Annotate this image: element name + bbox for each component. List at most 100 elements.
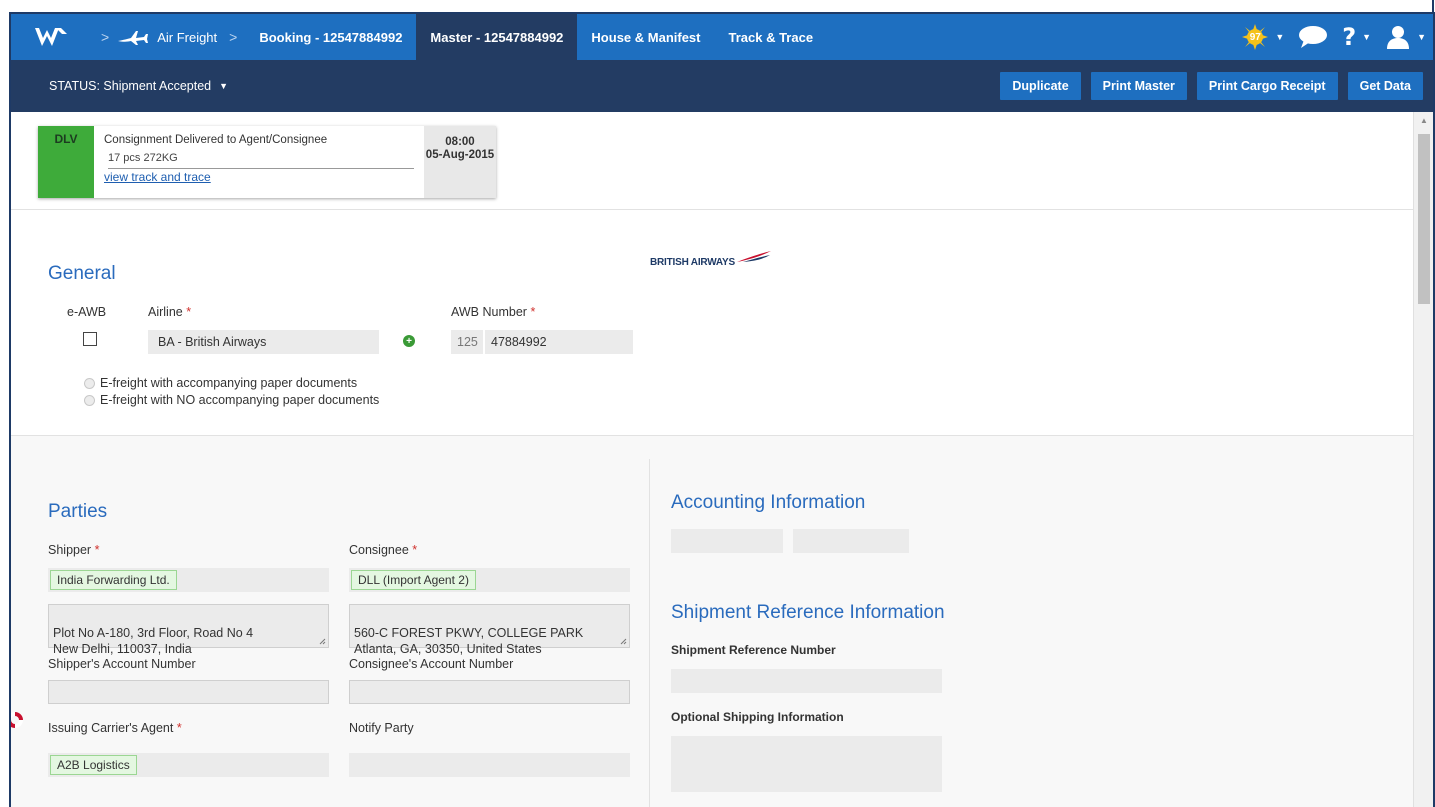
tracking-details: 17 pcs 272KG [108,152,414,169]
required-mark: * [530,305,536,319]
tab-house-manifest[interactable]: House & Manifest [577,14,714,60]
consignee-address-textarea[interactable]: 560-C FOREST PKWY, COLLEGE PARK Atlanta,… [349,604,630,656]
shipper-field[interactable]: India Forwarding Ltd. [48,568,329,592]
chat-button[interactable] [1291,14,1335,60]
eawb-label: e-AWB [67,305,107,319]
notify-party-field[interactable] [349,753,630,777]
accounting-field-2[interactable] [793,529,909,553]
breadcrumb-label: Air Freight [157,29,218,45]
caret-down-icon: ▼ [1417,32,1426,42]
tab-booking[interactable]: Booking - 12547884992 [245,14,416,60]
consignee-field[interactable]: DLL (Import Agent 2) [349,568,630,592]
chevron-right-icon: > [229,29,238,45]
lifebuoy-icon[interactable] [11,712,23,728]
airline-value: BA - British Airways [158,335,267,349]
shipper-label: Shipper * [48,543,99,557]
column-divider [649,459,650,807]
tab-track-trace[interactable]: Track & Trace [715,14,828,60]
consignee-label: Consignee * [349,543,417,557]
track-and-trace-link[interactable]: view track and trace [104,170,414,184]
required-mark: * [176,721,182,735]
help-icon: ? [1342,23,1357,51]
shipper-account-field[interactable] [48,680,329,704]
tracking-body: Consignment Delivered to Agent/Consignee… [94,126,424,198]
chat-icon [1299,26,1328,48]
shipper-chip[interactable]: India Forwarding Ltd. [50,570,177,590]
breadcrumb: > Air Freight > [93,14,245,60]
consignee-account-field[interactable] [349,680,630,704]
user-icon [1387,26,1410,49]
notifications-menu[interactable]: 97 ▼ [1234,14,1291,60]
divider [11,209,1415,210]
radio-label: E-freight with accompanying paper docume… [100,376,358,390]
issuing-agent-label: Issuing Carrier's Agent * [48,721,182,735]
resize-grip-icon[interactable] [319,638,326,645]
radio-button[interactable] [84,377,95,389]
notify-party-label: Notify Party [349,721,414,735]
airline-label: Airline * [148,305,191,319]
awb-number-field[interactable]: 47884992 [485,330,633,354]
tab-master[interactable]: Master - 12547884992 [416,14,578,60]
issuing-agent-field[interactable]: A2B Logistics [48,753,329,777]
status-dropdown[interactable]: STATUS: Shipment Accepted ▼ [49,79,228,93]
status-label: STATUS: Shipment Accepted [49,79,212,93]
shipper-label-text: Shipper [48,543,92,557]
required-mark: * [412,543,418,557]
get-data-button[interactable]: Get Data [1347,72,1423,100]
sun-badge-icon: 97 [1241,23,1269,51]
caret-down-icon: ▼ [1362,32,1372,42]
breadcrumb-air-freight[interactable]: Air Freight [117,29,221,45]
tracking-card: DLV Consignment Delivered to Agent/Consi… [38,126,496,198]
status-badge: DLV [38,126,94,198]
tracking-title: Consignment Delivered to Agent/Consignee [104,134,328,146]
awb-prefix-value: 125 [457,335,478,349]
radio-button[interactable] [84,394,95,406]
accounting-field-1[interactable] [671,529,783,553]
main-content: DLV Consignment Delivered to Agent/Consi… [11,112,1415,807]
consignee-chip[interactable]: DLL (Import Agent 2) [351,570,476,590]
resize-grip-icon[interactable] [620,638,627,645]
scrollbar-thumb[interactable] [1418,134,1430,304]
caret-down-icon: ▼ [1275,32,1285,42]
window-frame [1150,0,1434,12]
radio-label: E-freight with NO accompanying paper doc… [100,393,380,407]
airline-label-text: Airline [148,305,183,319]
consignee-account-label: Consignee's Account Number [349,657,514,671]
action-buttons: Duplicate Print Master Print Cargo Recei… [1000,72,1423,100]
shipper-account-label: Shipper's Account Number [48,657,196,671]
radio-efreight-no-docs[interactable]: E-freight with NO accompanying paper doc… [84,393,379,407]
issuing-agent-chip[interactable]: A2B Logistics [50,755,137,775]
nav-right-tools: 97 ▼ ? ▼ ▼ [1234,14,1433,60]
tracking-timestamp: 08:00 05-Aug-2015 [424,126,496,198]
awb-label-text: AWB Number [451,305,527,319]
consignee-label-text: Consignee [349,543,409,557]
awb-prefix-field[interactable]: 125 [451,330,483,354]
help-menu[interactable]: ? ▼ [1335,14,1378,60]
airline-logo: BRITISH AIRWAYS [650,250,771,268]
tracking-date: 05-Aug-2015 [425,149,495,161]
speedmarque-icon [736,251,771,262]
optional-shipping-info-field[interactable] [671,736,942,792]
print-cargo-receipt-button[interactable]: Print Cargo Receipt [1196,72,1338,100]
vertical-scrollbar[interactable]: ▲ [1413,112,1433,807]
duplicate-button[interactable]: Duplicate [1000,72,1081,100]
airline-field[interactable]: BA - British Airways [148,330,379,354]
shipment-ref-number-label: Shipment Reference Number [671,643,836,657]
airline-logo-text: BRITISH AIRWAYS [650,257,735,268]
caret-down-icon: ▼ [219,81,229,91]
add-airline-icon[interactable]: + [403,335,415,347]
print-master-button[interactable]: Print Master [1090,72,1187,100]
scroll-up-icon[interactable]: ▲ [1420,116,1428,125]
section-title-shipment-reference: Shipment Reference Information [671,602,945,623]
logo-icon[interactable] [11,14,93,60]
radio-efreight-with-docs[interactable]: E-freight with accompanying paper docume… [84,376,357,390]
required-mark: * [186,305,192,319]
shipment-ref-number-field[interactable] [671,669,942,693]
status-bar: STATUS: Shipment Accepted ▼ Duplicate Pr… [11,60,1433,112]
user-menu[interactable]: ▼ [1378,14,1433,60]
required-mark: * [94,543,100,557]
plane-icon [118,31,149,45]
issuing-agent-label-text: Issuing Carrier's Agent [48,721,174,735]
shipper-address-textarea[interactable]: Plot No A-180, 3rd Floor, Road No 4 New … [48,604,329,656]
eawb-checkbox[interactable] [83,332,97,346]
